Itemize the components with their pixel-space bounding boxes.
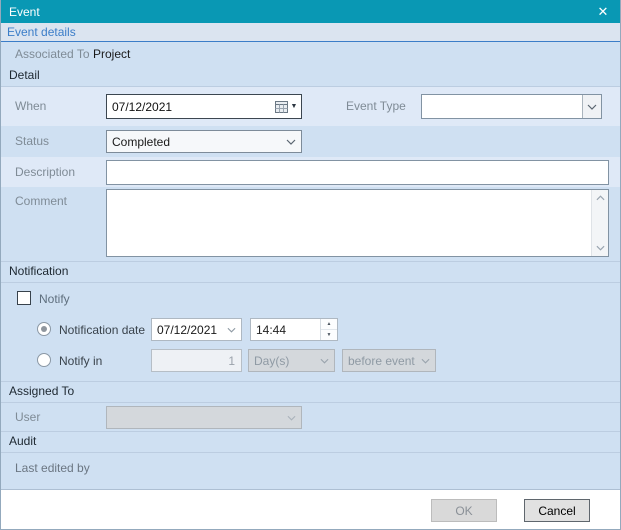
event-details-label: Event details [7,25,76,39]
notify-in-timing-combobox: before event [342,349,436,372]
status-combobox[interactable]: Completed [106,130,302,153]
description-row: Description [1,157,620,187]
notification-date-radio[interactable] [37,322,51,336]
notify-in-unit-value: Day(s) [249,354,289,368]
notification-date-combobox[interactable]: 07/12/2021 [151,318,242,341]
cancel-button[interactable]: Cancel [524,499,590,522]
when-row: When ▼ Event Type [1,87,620,126]
chevron-down-icon [221,327,241,333]
description-label: Description [15,165,75,179]
detail-section-label: Detail [9,68,40,82]
notification-date-row: Notification date 07/12/2021 ▲ ▼ [1,313,620,345]
notification-time-input[interactable] [251,319,320,340]
user-row: User [1,403,620,431]
description-input[interactable] [106,160,609,185]
when-label: When [15,99,46,113]
window-title: Event [9,5,40,19]
status-row: Status Completed [1,126,620,157]
notify-row: Notify [1,283,620,313]
event-type-combobox[interactable] [421,94,602,119]
ok-button[interactable]: OK [431,499,497,522]
form-panel: Associated To Project Detail When ▼ [1,42,620,490]
notification-date-label: Notification date [59,323,145,337]
chevron-up-icon [596,195,605,201]
chevron-down-icon [281,415,301,421]
status-label: Status [15,134,49,148]
triangle-down-icon: ▼ [327,332,332,338]
notification-date-value: 07/12/2021 [152,323,217,337]
notify-in-row: Notify in Day(s) before event [1,345,620,381]
when-calendar-button[interactable]: ▼ [271,95,301,118]
comment-textarea[interactable] [107,190,591,256]
assigned-to-section-label: Assigned To [9,384,74,398]
dropdown-arrow-icon: ▼ [291,103,298,110]
user-combobox [106,406,302,429]
footer: OK Cancel [1,490,620,529]
triangle-up-icon: ▲ [327,321,332,327]
notify-in-radio[interactable] [37,353,51,367]
section-header-detail: Detail [1,65,620,87]
notify-in-timing-value: before event [343,354,415,368]
when-date-input[interactable] [107,100,271,114]
time-spinner: ▲ ▼ [320,319,337,340]
event-details-header: Event details [1,23,620,42]
chevron-down-icon [281,139,301,145]
audit-section-label: Audit [9,434,36,448]
chevron-down-icon [415,358,435,364]
user-label: User [15,410,40,424]
comment-field [106,189,609,257]
notify-checkbox[interactable] [17,291,31,305]
chevron-down-icon [314,358,334,364]
when-date-field[interactable]: ▼ [106,94,302,119]
spin-up-button[interactable]: ▲ [321,319,337,330]
comment-label: Comment [15,194,67,208]
close-button[interactable]: ✕ [586,0,620,23]
section-header-assigned-to: Assigned To [1,381,620,403]
spin-down-button[interactable]: ▼ [321,330,337,340]
associated-to-value: Project [93,47,130,61]
calendar-icon [275,101,288,113]
event-type-label: Event Type [346,99,406,113]
notification-time-field: ▲ ▼ [250,318,338,341]
section-header-notification: Notification [1,261,620,283]
section-header-audit: Audit [1,431,620,453]
scroll-up-button[interactable] [592,190,608,206]
associated-to-row: Associated To Project [1,42,620,65]
chevron-down-icon [582,95,601,118]
last-edited-row: Last edited by [1,453,620,481]
close-icon: ✕ [598,4,609,19]
status-value: Completed [107,135,170,149]
comment-row: Comment [1,187,620,261]
titlebar: Event ✕ [1,0,620,23]
associated-to-label: Associated To [15,47,90,61]
scroll-down-button[interactable] [592,240,608,256]
notify-label: Notify [39,292,70,306]
chevron-down-icon [596,245,605,251]
notify-in-amount-input [151,349,242,372]
notify-in-label: Notify in [59,354,102,368]
notification-section-label: Notification [9,264,68,278]
comment-scrollbar[interactable] [591,190,608,256]
notify-in-unit-combobox: Day(s) [248,349,335,372]
last-edited-by-label: Last edited by [15,461,90,475]
event-dialog: Event ✕ Event details Associated To Proj… [0,0,621,530]
